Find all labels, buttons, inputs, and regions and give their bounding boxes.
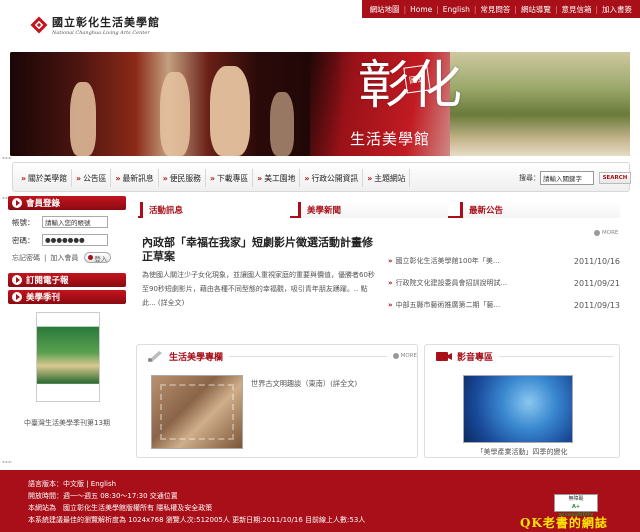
password-input[interactable] xyxy=(42,234,108,246)
nav-downloads[interactable]: 下載專區 xyxy=(206,169,254,187)
divider-dots xyxy=(2,460,12,464)
login-button[interactable]: 登入 xyxy=(84,252,112,263)
column-article-link[interactable]: 世界古文明趣談（東南）(詳全文) xyxy=(251,379,357,389)
topnav-sitemap[interactable]: 網站地圖 xyxy=(366,4,404,15)
banner-landscape-photo xyxy=(450,52,630,156)
column-title: 生活美學專欄 xyxy=(169,352,224,363)
news-list-item[interactable]: » 行政院文化建設委員會招訓說明試... 2011/09/21 xyxy=(388,272,620,294)
video-caption[interactable]: 「美學產業活動」四季的變化 xyxy=(425,447,619,457)
arrow-bullet-icon xyxy=(12,275,22,285)
logo-emblem-icon xyxy=(30,16,48,34)
column-artifact-image[interactable] xyxy=(151,375,243,449)
left-sidebar: 會員登錄 帳號： 密碼： 忘記密碼 | 加入會員 登入 訂閱電子報 美學季刊 中… xyxy=(8,196,126,456)
main-nav: 關於美學館 公告區 最新訊息 便民服務 下載專區 美工園地 行政公開資訊 主題網… xyxy=(12,162,631,192)
accessibility-badge[interactable]: 無障礙 A+ accessibility xyxy=(554,494,598,518)
banner-dance-photo xyxy=(10,52,340,156)
news-summary: 為使國人關注少子女化現象，並讓國人重視家庭的重要與價值，優勝者60秒至90秒短劇… xyxy=(142,271,375,307)
arrow-bullet-icon xyxy=(12,198,22,208)
footer-hours: 開放時間：週一～週五 08:30～17:30 交通位置 xyxy=(28,492,178,500)
banner-seal: 國立 xyxy=(403,64,431,94)
arrow-icon: » xyxy=(388,301,393,309)
watermark: QK老書的網誌 xyxy=(520,516,608,530)
news-list: » 國立彰化生活美學館100年「美... 2011/10/16 » 行政院文化建… xyxy=(388,250,620,316)
nav-services[interactable]: 便民服務 xyxy=(159,169,206,187)
logo-title: 國立彰化生活美學館 xyxy=(52,16,160,29)
topnav-home[interactable]: Home xyxy=(406,5,436,14)
news-panel: 活動訊息 美學新聞 最新公告 MORE 內政部「幸福在我家」短劇影片徵選活動計畫… xyxy=(138,200,620,340)
nav-about[interactable]: 關於美學館 xyxy=(17,169,73,187)
news-more-link[interactable]: MORE xyxy=(594,230,618,236)
password-label: 密碼： xyxy=(12,235,35,245)
topnav-feedback[interactable]: 意見信箱 xyxy=(557,4,595,15)
nav-public-info[interactable]: 行政公開資訊 xyxy=(300,169,364,187)
nav-news[interactable]: 最新訊息 xyxy=(111,169,159,187)
join-member-link[interactable]: 加入會員 xyxy=(50,253,78,263)
banner-caption: 生活美學館 xyxy=(350,130,431,148)
tab-events[interactable]: 活動訊息 xyxy=(140,202,290,218)
tab-announcements[interactable]: 最新公告 xyxy=(460,202,620,218)
news-list-item[interactable]: » 國立彰化生活美學館100年「美... 2011/10/16 xyxy=(388,250,620,272)
account-label: 帳號： xyxy=(12,217,35,227)
divider-dots xyxy=(2,156,12,160)
footer-language: 語言版本：中文版 | English xyxy=(28,480,117,488)
topnav-bookmark[interactable]: 加入書簽 xyxy=(598,4,636,15)
brush-icon xyxy=(148,351,162,362)
arrow-icon: » xyxy=(388,279,393,287)
account-input[interactable] xyxy=(42,216,108,228)
column-more-link[interactable]: MORE xyxy=(393,353,417,359)
nav-theme-sites[interactable]: 主題網站 xyxy=(363,169,411,187)
video-box: 影音專區 「美學產業活動」四季的變化 xyxy=(424,344,620,458)
nav-bulletin[interactable]: 公告區 xyxy=(72,169,112,187)
login-form: 帳號： 密碼： 忘記密碼 | 加入會員 登入 xyxy=(8,210,126,269)
logo-subtitle: National Changhua Living Arts Center xyxy=(52,30,150,36)
header: 國立彰化生活美學館 National Changhua Living Arts … xyxy=(0,0,640,52)
nav-art-garden[interactable]: 美工園地 xyxy=(253,169,301,187)
hero-banner: 彰化 國立 生活美學館 xyxy=(10,52,630,156)
tab-aesthetic-news[interactable]: 美學新聞 xyxy=(298,202,448,218)
news-tabs: 活動訊息 美學新聞 最新公告 xyxy=(138,200,620,218)
news-list-item[interactable]: » 中部五縣市藝術推廣第二期「藝... 2011/09/13 xyxy=(388,294,620,316)
forgot-password-link[interactable]: 忘記密碼 xyxy=(12,253,40,263)
video-title: 影音專區 xyxy=(457,352,494,363)
search-input[interactable] xyxy=(540,171,594,185)
journal-caption[interactable]: 中臺灣生活美學季刊第13期 xyxy=(8,418,126,428)
search-button[interactable]: SEARCH xyxy=(599,172,631,184)
journal-header: 美學季刊 xyxy=(8,290,126,304)
footer-copyright: 本網站為 國立彰化生活美學館版權所有 隱私權及安全政策 xyxy=(28,504,213,512)
top-utility-nav: 網站地圖 | Home | English | 常見問答 | 網站導覽 | 意見信箱 | 加… xyxy=(361,0,640,18)
member-login-header: 會員登錄 xyxy=(8,196,126,210)
camera-icon xyxy=(436,352,452,361)
aesthetics-column-box: 生活美學專欄 MORE 世界古文明趣談（東南）(詳全文) xyxy=(136,344,418,458)
site-logo[interactable]: 國立彰化生活美學館 National Changhua Living Arts … xyxy=(30,14,160,36)
news-headline[interactable]: 內政部「幸福在我家」短劇影片徵選活動計畫修正草案 xyxy=(142,236,378,264)
footer-stats: 本系統建議最佳的瀏覽解析度為 1024x768 瀏覽人次:512005人 更新日… xyxy=(28,516,366,524)
video-thumbnail[interactable] xyxy=(463,375,573,443)
topnav-faq[interactable]: 常見問答 xyxy=(476,4,514,15)
arrow-icon: » xyxy=(388,257,393,265)
topnav-english[interactable]: English xyxy=(439,5,474,14)
arrow-bullet-icon xyxy=(12,292,22,302)
search-label: 搜尋： xyxy=(519,174,540,182)
journal-cover-image[interactable] xyxy=(36,312,100,402)
topnav-guide[interactable]: 網站導覽 xyxy=(517,4,555,15)
epaper-header[interactable]: 訂閱電子報 xyxy=(8,273,126,287)
